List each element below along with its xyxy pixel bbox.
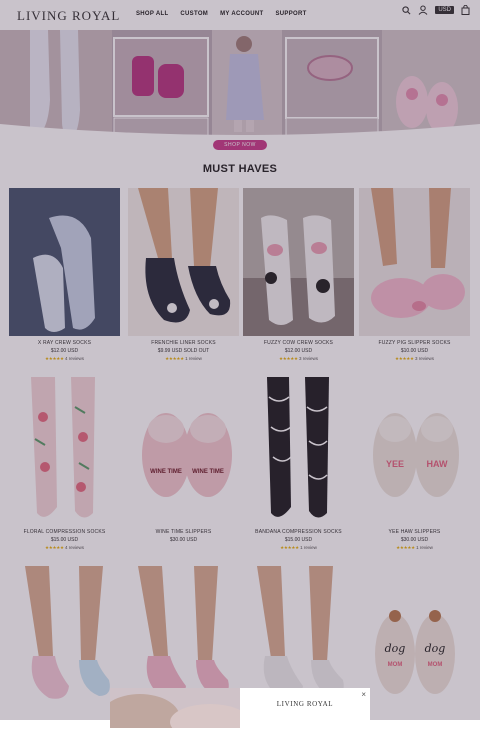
product-image[interactable]: YEE HAW [359,377,470,525]
product-name[interactable]: YEE HAW SLIPPERS [359,529,470,535]
nav-shop-all[interactable]: SHOP ALL [136,11,168,17]
product-price: $12.00 USD [284,348,313,354]
rating-stars: ★★★★★ [45,356,64,361]
nav-support[interactable]: SUPPORT [275,11,306,17]
product-price: $15.00 USD [284,537,313,543]
review-count: 1 review [416,545,433,550]
currency-selector[interactable]: USD [435,6,454,14]
review-count: 1 review [185,356,202,361]
review-count: 1 review [300,545,317,550]
hero-photo-collage [112,30,212,137]
product-price: $12.00 USD [50,348,79,354]
shop-now-button[interactable]: SHOP NOW [213,140,267,150]
account-icon[interactable] [418,5,428,15]
review-count: 3 reviews [414,356,434,361]
nav-my-account[interactable]: MY ACCOUNT [220,11,263,17]
product-price: $9.99 USD SOLD OUT [157,348,210,354]
review-count: 3 reviews [298,356,318,361]
rating-stars: ★★★★★ [165,356,184,361]
product-image[interactable] [243,188,354,336]
slipper-text-left: YEE [386,459,404,469]
popup-image [100,688,250,733]
product-name[interactable]: FLORAL COMPRESSION SOCKS [9,529,120,535]
product-rating: ★★★★★ 3 reviews [359,356,470,362]
product-price: $10.00 USD [400,348,429,354]
product-card[interactable]: FRENCHIE LINER SOCKS $9.99 USD SOLD OUT … [128,188,239,362]
product-card[interactable]: YEE HAW YEE HAW SLIPPERS $30.00 USD ★★★★… [359,377,470,551]
product-rating: ★★★★★ 1 review [128,356,239,362]
product-name[interactable]: WINE TIME SLIPPERS [128,529,239,535]
product-price: $15.00 USD [50,537,79,543]
product-card[interactable]: WINE TIME WINE TIME WINE TIME SLIPPERS $… [128,377,239,543]
hero-photo-socks [0,30,112,137]
hero-banner [0,30,480,137]
product-card[interactable]: FUZZY COW CREW SOCKS $12.00 USD ★★★★★ 3 … [243,188,354,362]
product-card[interactable] [9,566,120,714]
product-rating: ★★★★★ 3 reviews [243,356,354,362]
product-image[interactable]: WINE TIME WINE TIME [128,377,239,525]
product-card[interactable]: X RAY CREW SOCKS $12.00 USD ★★★★★ 4 revi… [9,188,120,362]
product-name[interactable]: BANDANA COMPRESSION SOCKS [243,529,354,535]
rating-stars: ★★★★★ [396,545,415,550]
slipper-text-left: WINE TIME [150,469,182,475]
slipper-text-left-mom: MOM [388,662,403,668]
rating-stars: ★★★★★ [45,545,64,550]
newsletter-popup: LIVING ROYAL × [100,688,370,733]
product-name[interactable]: X RAY CREW SOCKS [9,340,120,346]
product-image[interactable] [243,377,354,525]
cart-icon[interactable] [461,5,470,15]
product-image[interactable] [9,566,120,714]
popup-brand: LIVING ROYAL [276,700,334,708]
site-logo[interactable]: LIVING ROYAL [17,8,120,24]
product-price: $30.00 USD [400,537,429,543]
review-count: 4 reviews [64,356,84,361]
slipper-text-right-mom: MOM [428,662,443,668]
product-name[interactable]: FRENCHIE LINER SOCKS [128,340,239,346]
rating-stars: ★★★★★ [395,356,414,361]
search-icon[interactable] [402,5,411,15]
site-header: LIVING ROYAL SHOP ALL CUSTOM MY ACCOUNT … [0,0,480,30]
rating-stars: ★★★★★ [280,545,299,550]
product-card[interactable]: FLORAL COMPRESSION SOCKS $15.00 USD ★★★★… [9,377,120,551]
hero-photo-robe [212,30,282,137]
product-card[interactable]: dog dog MOM MOM [359,566,470,714]
product-image[interactable] [359,188,470,336]
header-icons: USD [402,5,470,15]
product-name[interactable]: FUZZY PIG SLIPPER SOCKS [359,340,470,346]
product-rating: ★★★★★ 1 review [359,545,470,551]
product-card[interactable]: BANDANA COMPRESSION SOCKS $15.00 USD ★★★… [243,377,354,551]
product-card[interactable]: FUZZY PIG SLIPPER SOCKS $10.00 USD ★★★★★… [359,188,470,362]
product-name[interactable]: FUZZY COW CREW SOCKS [243,340,354,346]
close-icon[interactable]: × [361,690,366,699]
hero-photo-compression [282,30,382,137]
slipper-text-right: dog [425,642,446,655]
product-image[interactable]: dog dog MOM MOM [359,566,470,714]
product-rating: ★★★★★ 4 reviews [9,356,120,362]
product-price: $30.00 USD [169,537,198,543]
hero-photo-slippers [382,30,480,137]
product-image[interactable] [9,188,120,336]
rating-stars: ★★★★★ [279,356,298,361]
product-rating: ★★★★★ 4 reviews [9,545,120,551]
review-count: 4 reviews [64,545,84,550]
slipper-text-left: dog [385,642,406,655]
product-rating: ★★★★★ 1 review [243,545,354,551]
slipper-text-right: HAW [427,459,449,469]
main-nav: SHOP ALL CUSTOM MY ACCOUNT SUPPORT [136,11,319,17]
product-image[interactable] [128,188,239,336]
section-title: MUST HAVES [202,163,278,175]
slipper-text-right: WINE TIME [192,469,224,475]
product-image[interactable] [9,377,120,525]
nav-custom[interactable]: CUSTOM [180,11,208,17]
